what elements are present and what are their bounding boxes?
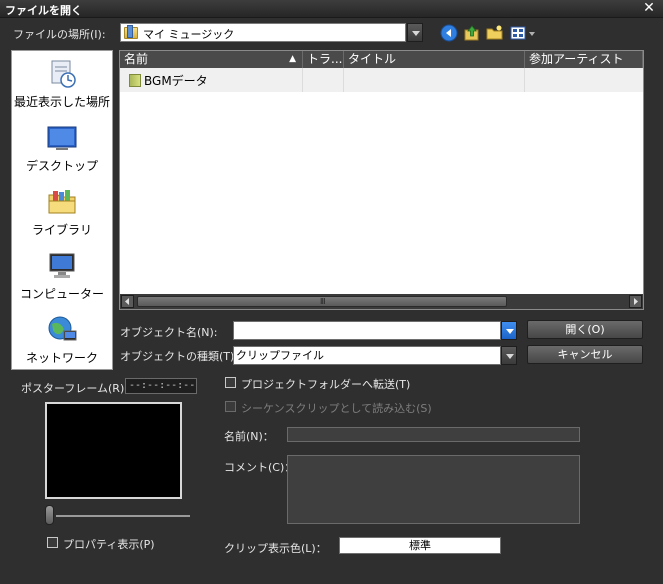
name-label: 名前(N)： [224, 430, 274, 443]
open-button[interactable]: 開く(O) [527, 320, 643, 339]
place-network-label: ネットワーク [25, 351, 98, 365]
column-header-title[interactable]: タイトル [344, 51, 525, 68]
up-folder-icon[interactable] [463, 24, 481, 42]
location-dropdown-button[interactable] [407, 23, 423, 42]
scroll-right-button[interactable] [629, 295, 642, 308]
horizontal-scrollbar[interactable]: Ⅲ [120, 294, 643, 309]
sort-ascending-icon: ▲ [289, 54, 296, 64]
file-list[interactable]: 名前 ▲ トラ... タイトル 参加アーティスト BGMデータ Ⅲ [119, 50, 644, 310]
location-combo[interactable]: マイ ミュージック [120, 23, 406, 42]
poster-frame-timecode[interactable]: --:--:--:-- [125, 378, 197, 394]
transfer-to-project-label: プロジェクトフォルダーへ転送(T) [241, 378, 411, 391]
transfer-to-project-checkbox[interactable] [225, 377, 236, 388]
scroll-thumb[interactable]: Ⅲ [137, 296, 507, 307]
place-library[interactable]: ライブラリ [12, 181, 112, 243]
back-icon[interactable] [440, 24, 458, 42]
window-title: ファイルを開く [5, 4, 82, 17]
place-library-label: ライブラリ [31, 223, 92, 237]
object-type-select[interactable]: クリップファイル [233, 346, 501, 365]
desktop-icon [47, 126, 77, 150]
close-icon[interactable]: ✕ [641, 1, 657, 16]
music-folder-icon [124, 25, 138, 39]
object-type-value: クリップファイル [236, 349, 324, 362]
object-name-dropdown-button[interactable] [501, 321, 517, 340]
places-bar: 最近表示した場所 デスクトップ ライブラリ コンピューター ネットワーク [11, 50, 113, 370]
location-label: ファイルの場所(I): [13, 28, 106, 41]
show-properties-checkbox[interactable] [47, 537, 58, 548]
column-header-name[interactable]: 名前 ▲ [120, 51, 303, 68]
place-computer-label: コンピューター [19, 287, 104, 301]
poster-frame-label: ポスターフレーム(R)： [21, 382, 136, 395]
scroll-left-icon [125, 298, 129, 305]
place-desktop-label: デスクトップ [25, 159, 98, 173]
cancel-button[interactable]: キャンセル [527, 345, 643, 364]
clip-color-label: クリップ表示色(L)： [224, 542, 327, 555]
place-computer[interactable]: コンピューター [12, 245, 112, 307]
list-cell-divider [120, 68, 303, 92]
place-network[interactable]: ネットワーク [12, 309, 112, 371]
load-as-sequence-checkbox[interactable] [225, 401, 236, 412]
preview-pane [45, 402, 182, 499]
column-header-name-label: 名前 [124, 52, 149, 66]
column-header-artist[interactable]: 参加アーティスト [525, 51, 643, 68]
computer-icon [49, 253, 75, 278]
scroll-left-button[interactable] [121, 295, 134, 308]
column-header-track[interactable]: トラ... [303, 51, 344, 68]
object-name-input[interactable] [233, 321, 501, 340]
scroll-grip: Ⅲ [320, 297, 326, 306]
object-name-label: オブジェクト名(N): [120, 326, 218, 339]
comment-label: コメント(C)： [224, 461, 296, 474]
network-icon [48, 316, 77, 341]
recent-places-icon [51, 60, 76, 88]
clip-color-button[interactable]: 標準 [339, 537, 501, 554]
list-item[interactable]: BGMデータ [120, 68, 643, 92]
title-bar: ファイルを開く ✕ [0, 0, 663, 18]
new-folder-icon[interactable] [486, 24, 504, 42]
place-recent-label: 最近表示した場所 [13, 95, 110, 109]
location-value: マイ ミュージック [143, 28, 235, 41]
library-icon [48, 190, 76, 214]
clip-color-value: 標準 [409, 539, 431, 552]
list-cell-divider [344, 68, 525, 92]
place-recent[interactable]: 最近表示した場所 [12, 53, 112, 115]
list-cell-divider [303, 68, 344, 92]
place-desktop[interactable]: デスクトップ [12, 117, 112, 179]
view-menu-icon[interactable] [510, 24, 538, 42]
show-properties-label: プロパティ表示(P) [63, 538, 155, 551]
preview-slider-knob[interactable] [45, 505, 54, 525]
object-type-dropdown-button[interactable] [501, 346, 517, 365]
comment-field [287, 455, 580, 524]
load-as-sequence-label: シーケンスクリップとして読み込む(S) [241, 402, 432, 415]
preview-slider-track[interactable] [56, 515, 190, 517]
name-field [287, 427, 580, 442]
scroll-right-icon [634, 298, 638, 305]
object-type-label: オブジェクトの種類(T): [120, 350, 239, 363]
